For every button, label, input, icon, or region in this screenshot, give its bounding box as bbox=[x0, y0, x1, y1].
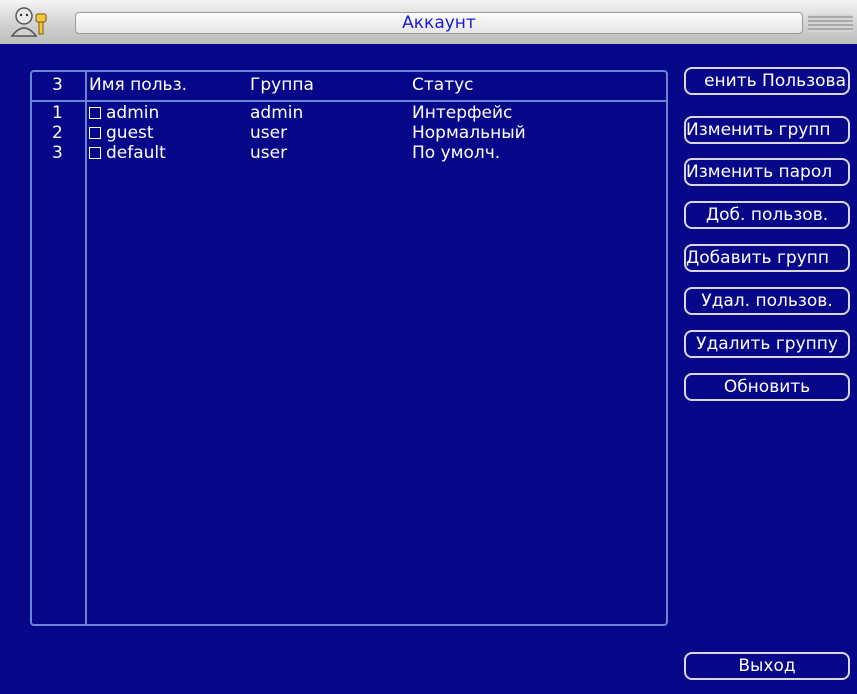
column-divider bbox=[85, 72, 87, 624]
checkbox[interactable] bbox=[89, 147, 101, 159]
add-group-button[interactable]: Добавить групп bbox=[684, 244, 850, 272]
row-name-cell: default bbox=[89, 143, 166, 163]
row-number: 1 bbox=[52, 103, 63, 123]
checkbox[interactable] bbox=[89, 127, 101, 139]
account-window: 3 Имя польз. Группа Статус 1 admin admin… bbox=[0, 44, 857, 694]
user-group: user bbox=[250, 143, 288, 163]
header-group: Группа bbox=[250, 75, 314, 95]
header-count: 3 bbox=[52, 75, 63, 95]
users-key-icon bbox=[10, 7, 47, 37]
modify-user-button[interactable]: енить Пользова bbox=[684, 67, 850, 95]
user-status: Нормальный bbox=[412, 123, 526, 143]
user-name: admin bbox=[106, 103, 160, 123]
user-status: Интерфейс bbox=[412, 103, 513, 123]
exit-button[interactable]: Выход bbox=[684, 652, 850, 680]
modify-group-button[interactable]: Изменить групп bbox=[684, 116, 850, 144]
header-divider bbox=[32, 100, 666, 102]
user-table: 3 Имя польз. Группа Статус 1 admin admin… bbox=[30, 70, 668, 626]
delete-group-button[interactable]: Удалить группу bbox=[684, 330, 850, 358]
user-status: По умолч. bbox=[412, 143, 501, 163]
add-user-button[interactable]: Доб. пользов. bbox=[684, 201, 850, 229]
row-number: 2 bbox=[52, 123, 63, 143]
row-number: 3 bbox=[52, 143, 63, 163]
header-name: Имя польз. bbox=[89, 75, 188, 95]
row-name-cell: admin bbox=[89, 103, 159, 123]
header-status: Статус bbox=[412, 75, 474, 95]
user-name: default bbox=[106, 143, 166, 163]
refresh-button[interactable]: Обновить bbox=[684, 373, 850, 401]
modify-password-button[interactable]: Изменить парол bbox=[684, 158, 850, 186]
user-group: user bbox=[250, 123, 288, 143]
user-group: admin bbox=[250, 103, 304, 123]
row-name-cell: guest bbox=[89, 123, 154, 143]
delete-user-button[interactable]: Удал. пользов. bbox=[684, 287, 850, 315]
title-bar: Аккаунт bbox=[0, 0, 857, 44]
window-title: Аккаунт bbox=[75, 12, 803, 34]
checkbox[interactable] bbox=[89, 107, 101, 119]
user-name: guest bbox=[106, 123, 154, 143]
window-grip[interactable] bbox=[808, 14, 853, 32]
